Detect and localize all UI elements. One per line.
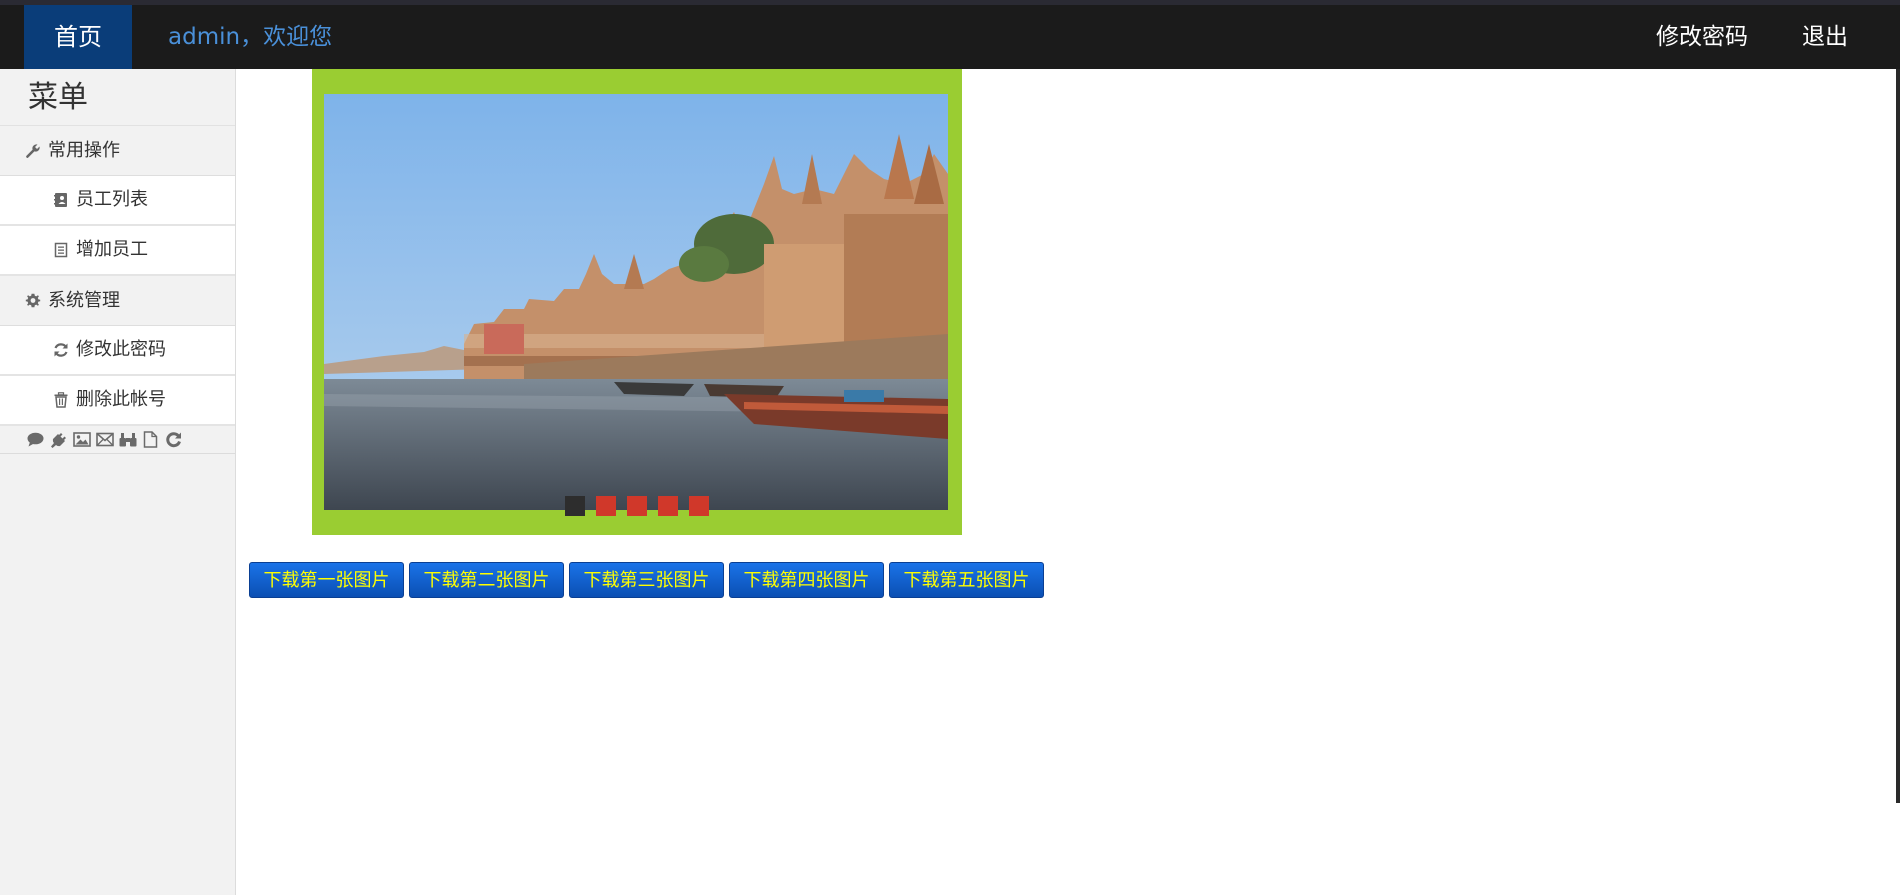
sidebar-item-label: 员工列表 xyxy=(76,189,148,210)
sidebar-item-change-password[interactable]: 修改此密码 xyxy=(0,326,235,376)
slider-dot[interactable] xyxy=(689,496,709,516)
sidebar-item-label: 删除此帐号 xyxy=(76,389,166,410)
nav-change-password-link[interactable]: 修改密码 xyxy=(1656,5,1748,69)
slider-dot[interactable] xyxy=(596,496,616,516)
gear-icon xyxy=(22,290,44,312)
welcome-message: admin，欢迎您 xyxy=(168,24,333,50)
slider-dot[interactable] xyxy=(627,496,647,516)
comment-icon[interactable] xyxy=(25,430,46,450)
sidebar-section-common[interactable]: 常用操作 xyxy=(0,126,235,176)
slider-dot[interactable] xyxy=(658,496,678,516)
plug-icon[interactable] xyxy=(48,430,69,450)
sidebar-item-label: 修改此密码 xyxy=(76,339,166,360)
download-image-2-button[interactable]: 下载第二张图片 xyxy=(409,562,564,598)
nav-logout-link[interactable]: 退出 xyxy=(1802,5,1848,69)
sidebar-title: 菜单 xyxy=(0,69,235,126)
rotate-icon[interactable] xyxy=(163,430,184,450)
sidebar-item-delete-account[interactable]: 删除此帐号 xyxy=(0,376,235,426)
download-image-1-button[interactable]: 下载第一张图片 xyxy=(249,562,404,598)
slider-dots xyxy=(565,496,709,516)
download-image-5-button[interactable]: 下载第五张图片 xyxy=(889,562,1044,598)
address-book-icon xyxy=(50,189,72,211)
sidebar: 菜单 常用操作 员工列表 增加员工 系统管理 修改此密码 删除此帐号 xyxy=(0,69,236,895)
download-image-3-button[interactable]: 下载第三张图片 xyxy=(569,562,724,598)
sidebar-item-add-employee[interactable]: 增加员工 xyxy=(0,226,235,276)
sidebar-item-employee-list[interactable]: 员工列表 xyxy=(0,176,235,226)
sidebar-section-label: 常用操作 xyxy=(48,139,120,161)
nav-home-tab[interactable]: 首页 xyxy=(24,5,132,69)
trash-icon xyxy=(50,389,72,411)
binoculars-icon[interactable] xyxy=(117,430,138,450)
slide-photo xyxy=(324,94,948,510)
envelope-icon[interactable] xyxy=(94,430,115,450)
sidebar-icon-row xyxy=(0,426,235,454)
download-buttons: 下载第一张图片 下载第二张图片 下载第三张图片 下载第四张图片 下载第五张图片 xyxy=(249,562,1044,598)
top-navbar: 首页 admin，欢迎您 修改密码 退出 xyxy=(0,0,1900,69)
slider-dot[interactable] xyxy=(565,496,585,516)
sidebar-section-system[interactable]: 系统管理 xyxy=(0,276,235,326)
refresh-icon xyxy=(50,339,72,361)
scrollbar-edge xyxy=(1896,69,1900,803)
sidebar-item-label: 增加员工 xyxy=(76,239,148,260)
wrench-icon xyxy=(22,140,44,162)
file-icon[interactable] xyxy=(140,430,161,450)
image-icon[interactable] xyxy=(71,430,92,450)
document-list-icon xyxy=(50,239,72,261)
sidebar-section-label: 系统管理 xyxy=(48,289,120,311)
download-image-4-button[interactable]: 下载第四张图片 xyxy=(729,562,884,598)
image-slider xyxy=(312,69,962,535)
